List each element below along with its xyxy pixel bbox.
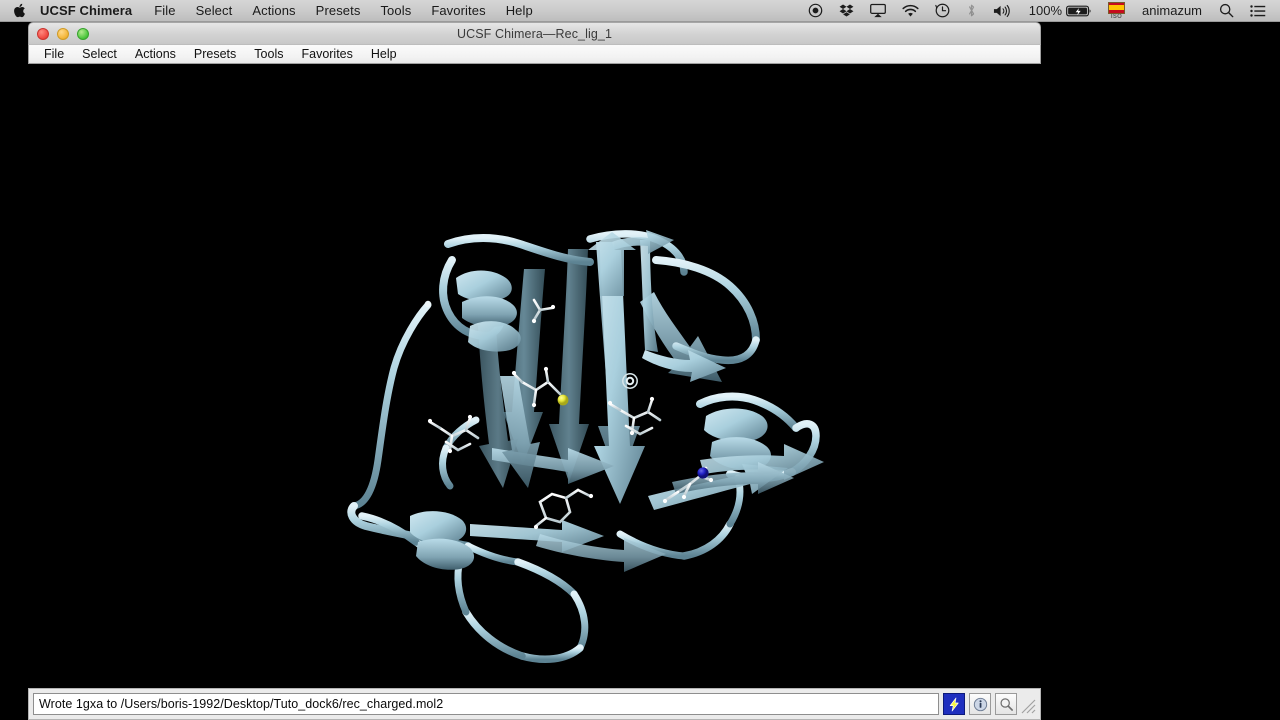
chimera-menu-bar: File Select Actions Presets Tools Favori… [28,44,1041,64]
airplay-icon[interactable] [862,0,894,22]
screen: UCSF Chimera File Select Actions Presets… [0,0,1280,720]
apple-logo-icon[interactable] [0,0,37,22]
wifi-icon[interactable] [894,0,927,22]
macos-menu-help[interactable]: Help [496,0,543,22]
macos-menu-file[interactable]: File [144,0,185,22]
sulfur-atom [557,394,569,406]
dropbox-icon[interactable] [831,0,862,22]
chimera-menu-favorites[interactable]: Favorites [292,45,361,63]
window-zoom-button[interactable] [77,27,89,40]
chimera-menu-tools[interactable]: Tools [245,45,292,63]
chimera-menu-file[interactable]: File [35,45,73,63]
battery-percent-label: 100% [1028,3,1063,18]
window-title: UCSF Chimera—Rec_lig_1 [456,26,613,41]
chimera-menu-select[interactable]: Select [73,45,126,63]
magnifier-button[interactable] [995,693,1017,715]
chimera-window: UCSF Chimera—Rec_lig_1 File Select Actio… [28,22,1041,64]
volume-icon[interactable] [985,0,1019,22]
bluetooth-icon[interactable] [958,0,985,22]
macos-menu-presets[interactable]: Presets [306,0,371,22]
chimera-status-panel: Wrote 1gxa to /Users/boris-1992/Desktop/… [28,688,1041,720]
window-traffic-lights [29,27,89,40]
battery-icon[interactable] [1065,0,1100,22]
terminal-atom [424,300,432,308]
macos-menu-tools[interactable]: Tools [370,0,421,22]
window-titlebar[interactable]: UCSF Chimera—Rec_lig_1 [28,22,1041,44]
chimera-menu-help[interactable]: Help [362,45,406,63]
chimera-menu-actions[interactable]: Actions [126,45,185,63]
molecule-3d-viewport[interactable] [0,64,1280,684]
lightning-bolt-button[interactable] [943,693,965,715]
macos-menu-status-area: 100% ISO animazum [800,0,1280,22]
input-source-label: ISO [1110,13,1123,20]
chimera-menu-presets[interactable]: Presets [185,45,245,63]
macos-menu-favorites[interactable]: Favorites [421,0,495,22]
menu-app-name[interactable]: UCSF Chimera [37,0,144,22]
spotlight-search-icon[interactable] [1211,0,1242,22]
resize-grip[interactable] [1020,693,1036,715]
info-button[interactable] [969,693,991,715]
window-close-button[interactable] [37,27,49,40]
nitrogen-atom [697,467,709,479]
notification-center-icon[interactable] [1242,0,1274,22]
user-name-label[interactable]: animazum [1133,0,1211,22]
screen-recording-icon[interactable] [800,0,831,22]
macos-menu-bar: UCSF Chimera File Select Actions Presets… [0,0,1280,22]
macos-menu-left: UCSF Chimera File Select Actions Presets… [0,0,543,22]
input-source-flag-icon[interactable]: ISO [1100,0,1133,22]
macos-menu-actions[interactable]: Actions [242,0,305,22]
protein-cartoon-render [0,64,1280,684]
time-machine-icon[interactable] [927,0,958,22]
macos-menu-select[interactable]: Select [186,0,243,22]
window-minimize-button[interactable] [57,27,69,40]
status-message-field[interactable]: Wrote 1gxa to /Users/boris-1992/Desktop/… [33,693,939,715]
